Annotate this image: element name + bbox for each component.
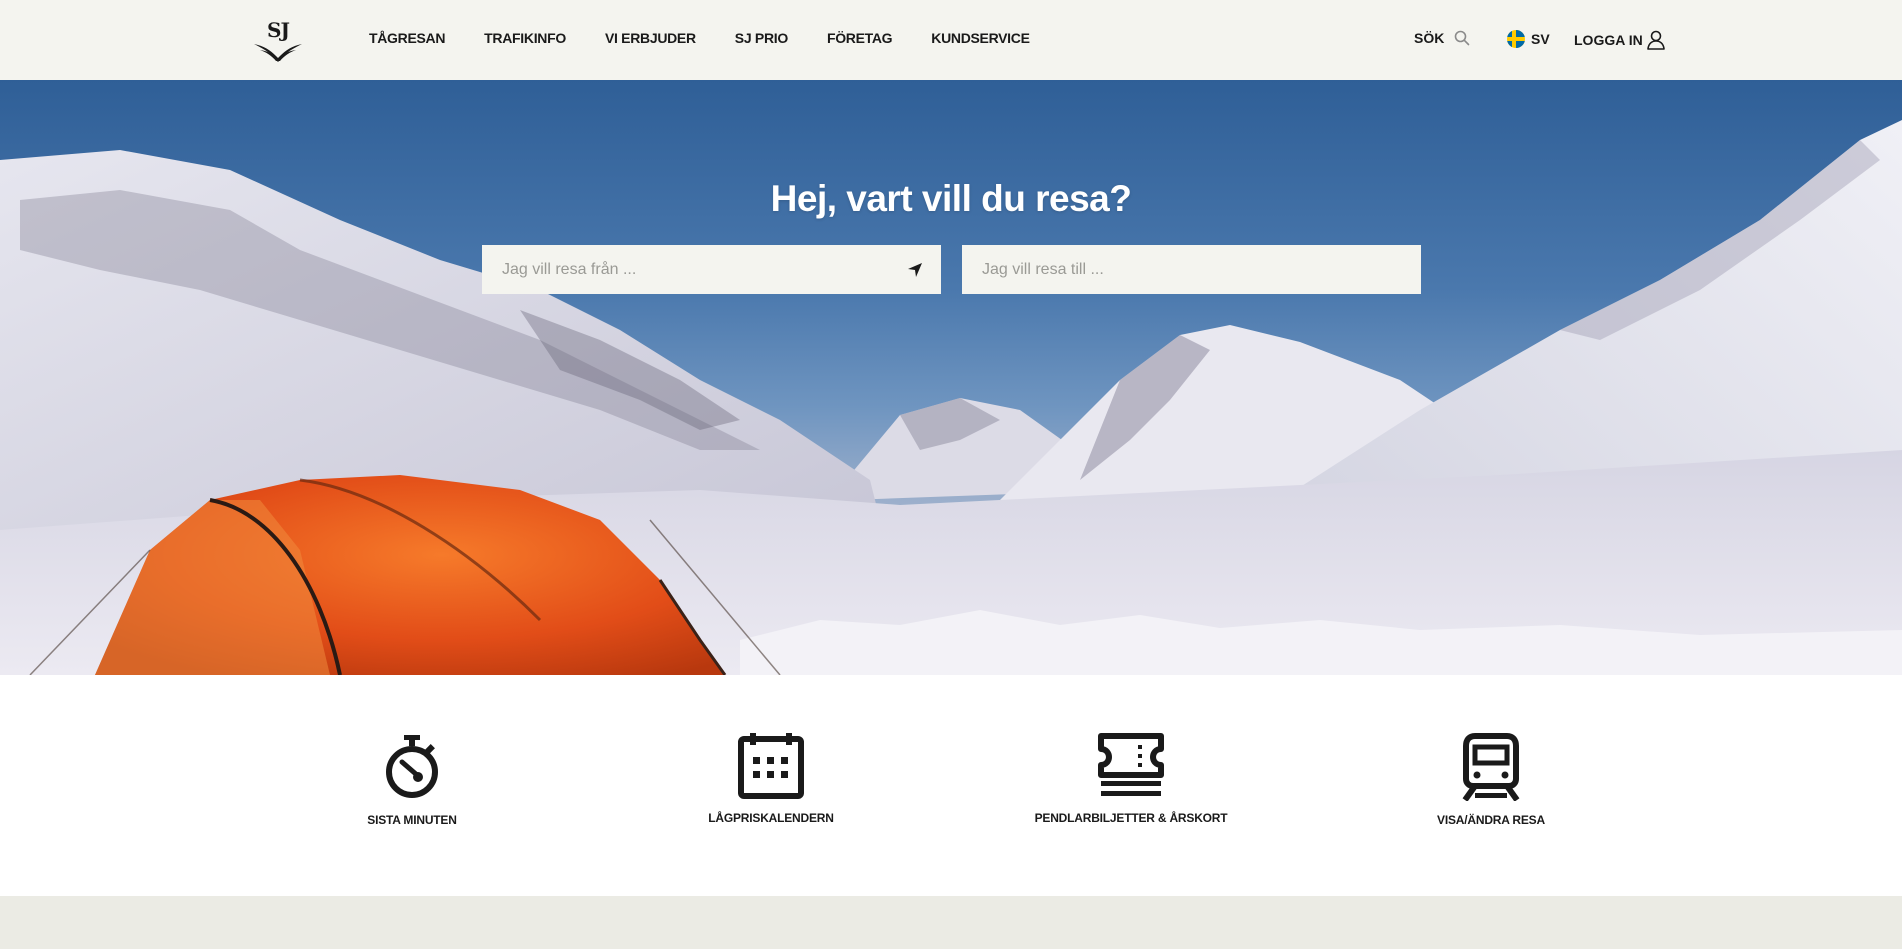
to-input[interactable]	[962, 245, 1421, 294]
nav-trafikinfo[interactable]: TRAFIKINFO	[484, 30, 566, 46]
search-button[interactable]: SÖK	[1414, 30, 1470, 46]
quick-link-label: LÅGPRISKALENDERN	[708, 811, 834, 825]
nav-sj-prio[interactable]: SJ PRIO	[735, 30, 788, 46]
stopwatch-icon	[386, 735, 438, 798]
from-input[interactable]	[482, 245, 941, 294]
hero-section: Hej, vart vill du resa?	[0, 80, 1902, 675]
ticket-icon	[1098, 733, 1164, 796]
main-nav: TÅGRESAN TRAFIKINFO VI ERBJUDER SJ PRIO …	[369, 30, 1069, 46]
quick-link-label: PENDLARBILJETTER & ÅRSKORT	[1034, 811, 1228, 825]
footer-band	[0, 896, 1902, 949]
quick-link-sista-minuten[interactable]: SISTA MINUTEN	[312, 733, 512, 827]
to-field	[962, 245, 1421, 294]
quick-link-visa-andra-resa[interactable]: VISA/ÄNDRA RESA	[1391, 733, 1591, 827]
language-selector[interactable]: SV	[1507, 30, 1550, 48]
language-label: SV	[1531, 31, 1550, 47]
nav-tagresan[interactable]: TÅGRESAN	[369, 30, 445, 46]
sj-logo[interactable]: SJ	[252, 18, 304, 62]
sj-wings-icon	[254, 44, 302, 62]
search-icon	[1455, 30, 1470, 46]
location-arrow-icon[interactable]	[907, 262, 923, 278]
calendar-icon	[738, 733, 804, 799]
quick-link-pendlarbiljetter[interactable]: PENDLARBILJETTER & ÅRSKORT	[1031, 733, 1231, 825]
nav-foretag[interactable]: FÖRETAG	[827, 30, 893, 46]
train-icon	[1462, 733, 1520, 801]
search-label: SÖK	[1414, 30, 1445, 46]
nav-kundservice[interactable]: KUNDSERVICE	[931, 30, 1030, 46]
user-icon	[1646, 30, 1665, 50]
login-button[interactable]: LOGGA IN	[1574, 30, 1665, 50]
hero-title: Hej, vart vill du resa?	[770, 178, 1132, 219]
site-header: SJ TÅGRESAN TRAFIKINFO VI ERBJUDER SJ PR…	[0, 0, 1902, 80]
swedish-flag-icon	[1507, 30, 1525, 48]
login-label: LOGGA IN	[1574, 32, 1643, 48]
quick-link-label: SISTA MINUTEN	[367, 813, 457, 827]
hero-mountain-image	[0, 120, 1902, 675]
from-field	[482, 245, 941, 294]
quick-link-lagpriskalendern[interactable]: LÅGPRISKALENDERN	[671, 733, 871, 825]
nav-vi-erbjuder[interactable]: VI ERBJUDER	[605, 30, 696, 46]
quick-link-label: VISA/ÄNDRA RESA	[1437, 813, 1545, 827]
quick-links: SISTA MINUTEN LÅGPRISKALENDERN PENDLARBI…	[0, 675, 1902, 896]
